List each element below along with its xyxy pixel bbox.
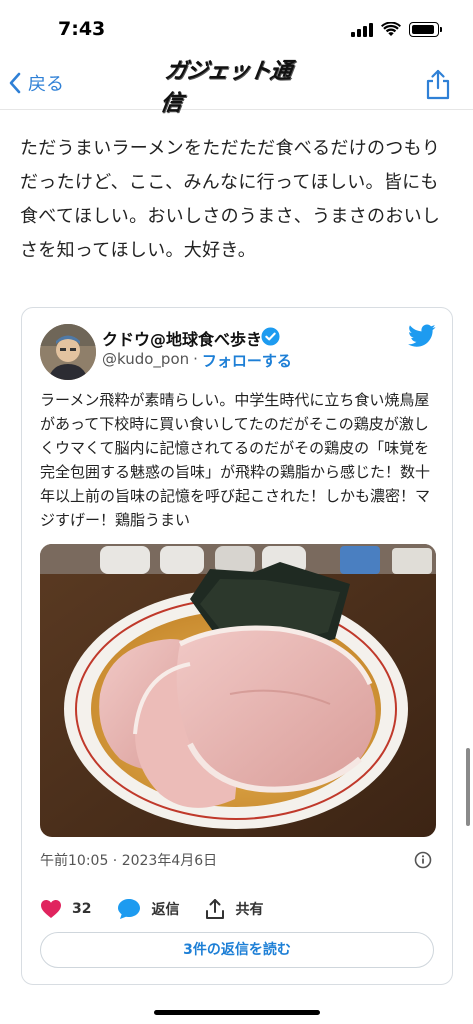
reply-button[interactable]: 返信 — [117, 898, 179, 920]
share-button[interactable] — [423, 68, 453, 100]
site-logo: ガジェット通信 — [159, 59, 309, 116]
share-icon — [426, 69, 450, 100]
status-icons — [351, 22, 442, 37]
tweet-photo[interactable] — [40, 544, 436, 837]
read-replies-button[interactable]: 3件の返信を読む — [40, 932, 434, 968]
share-tweet-button[interactable]: 共有 — [205, 898, 263, 920]
reply-label: 返信 — [151, 902, 180, 918]
battery-icon — [409, 22, 442, 37]
logo-text: ガジェット通信 — [158, 59, 293, 116]
article-paragraph: ただうまいラーメンをただただ食べるだけのつもりだったけど、ここ、みんなに行ってほ… — [20, 138, 441, 261]
status-bar: 7:43 — [0, 0, 473, 60]
tweet-actions: 32 返信 共有 — [40, 896, 420, 922]
battery-level — [412, 25, 434, 34]
scrollbar[interactable] — [466, 748, 470, 826]
info-icon[interactable] — [414, 851, 432, 869]
author-avatar[interactable] — [40, 324, 96, 380]
share-upload-icon — [206, 899, 225, 919]
navigation-bar: 戻る ガジェット通信 — [0, 59, 473, 116]
handle-row: @kudo_pon · フォローする — [102, 350, 292, 371]
home-indicator[interactable] — [154, 1010, 320, 1015]
separator-dot: · — [193, 350, 198, 368]
share-label: 共有 — [235, 902, 264, 918]
tweet-text: ラーメン飛粋が素晴らしい。中学生時代に立ち食い焼鳥屋があって下校時に買い食いして… — [40, 391, 431, 529]
author-name[interactable]: クドウ@地球食べ歩き — [102, 326, 262, 350]
heart-icon — [41, 900, 61, 918]
tweet-timestamp[interactable]: 午前10:05 · 2023年4月6日 — [40, 850, 217, 870]
like-button[interactable]: 32 — [40, 899, 91, 919]
reply-bubble-icon — [118, 899, 141, 919]
embedded-tweet[interactable]: クドウ@地球食べ歩き @kudo_pon · フォローする ラーメン飛粋が素晴ら… — [21, 307, 453, 985]
status-time: 7:43 — [58, 18, 106, 40]
author-handle[interactable]: @kudo_pon — [102, 350, 189, 371]
follow-button[interactable]: フォローする — [202, 350, 292, 371]
like-count: 32 — [72, 901, 92, 917]
back-label: 戻る — [28, 74, 64, 95]
cellular-signal-icon — [351, 22, 373, 37]
verified-badge-icon — [261, 327, 280, 346]
chevron-left-icon — [9, 72, 21, 94]
twitter-bird-icon[interactable] — [408, 324, 436, 348]
back-button[interactable]: 戻る — [8, 70, 64, 96]
wifi-icon — [381, 22, 401, 36]
